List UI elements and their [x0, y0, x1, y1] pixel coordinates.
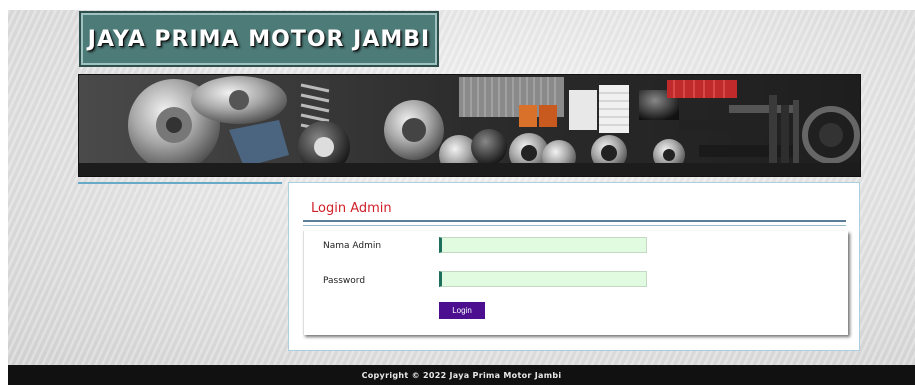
sidebar-divider	[78, 182, 282, 184]
password-label: Password	[323, 276, 366, 286]
site-logo[interactable]: JAYA PRIMA MOTOR JAMBI	[79, 11, 439, 67]
page-background: JAYA PRIMA MOTOR JAMBI Login Admin Nama …	[8, 10, 915, 365]
header-banner	[78, 74, 861, 177]
login-button[interactable]: Login	[439, 302, 485, 319]
login-title: Login Admin	[311, 201, 392, 216]
nama-admin-input[interactable]	[439, 237, 647, 253]
auto-parts-banner-image	[79, 75, 860, 176]
nama-admin-label: Nama Admin	[323, 241, 382, 251]
footer: Copyright © 2022 Jaya Prima Motor Jambi	[8, 365, 915, 385]
password-input[interactable]	[439, 271, 647, 287]
login-form: Nama Admin Password Login	[303, 231, 848, 335]
title-divider	[303, 220, 846, 226]
copyright-text: Copyright © 2022 Jaya Prima Motor Jambi	[361, 370, 562, 380]
login-panel: Login Admin Nama Admin Password Login	[288, 182, 860, 351]
site-title: JAYA PRIMA MOTOR JAMBI	[87, 26, 431, 52]
